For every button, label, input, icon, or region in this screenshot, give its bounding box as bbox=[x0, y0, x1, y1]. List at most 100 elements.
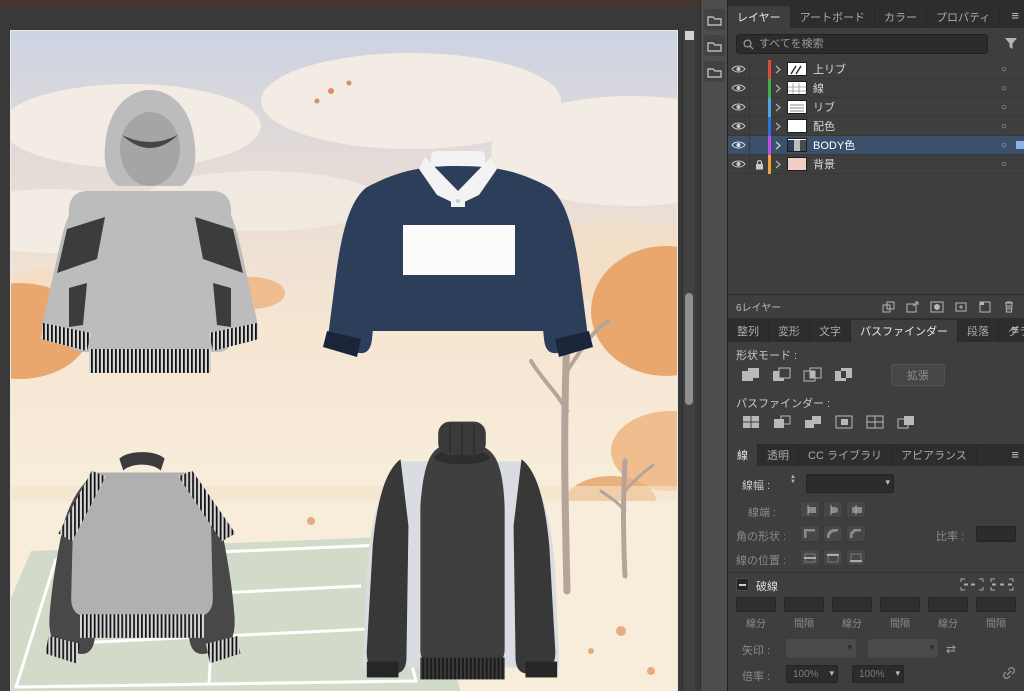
locate-object-button[interactable] bbox=[904, 299, 921, 314]
divide-button[interactable] bbox=[738, 412, 764, 432]
artboard-scene[interactable] bbox=[11, 31, 678, 691]
butt-cap-button[interactable] bbox=[800, 501, 820, 518]
lock-column[interactable] bbox=[750, 117, 768, 136]
minus-back-button[interactable] bbox=[893, 412, 919, 432]
visibility-toggle[interactable] bbox=[728, 59, 750, 79]
expand-chevron-icon[interactable] bbox=[771, 84, 785, 93]
visibility-toggle[interactable] bbox=[728, 116, 750, 136]
outline-button[interactable] bbox=[862, 412, 888, 432]
tab-stroke[interactable]: 線 bbox=[728, 444, 758, 466]
tab-transform[interactable]: 変形 bbox=[769, 320, 810, 342]
minus-front-button[interactable] bbox=[769, 364, 795, 384]
layer-row[interactable]: 背景 ○ bbox=[728, 154, 1024, 174]
tab-character[interactable]: 文字 bbox=[810, 320, 851, 342]
collapsed-panel-button-3[interactable] bbox=[704, 61, 725, 82]
tab-paragraph[interactable]: 段落 bbox=[958, 320, 999, 342]
dash-field-2[interactable] bbox=[832, 597, 872, 612]
collect-for-export-button[interactable] bbox=[880, 299, 897, 314]
layer-thumbnail[interactable] bbox=[787, 62, 807, 76]
crop-button[interactable] bbox=[831, 412, 857, 432]
arrow-scale-end-field[interactable]: 100% ▾ bbox=[852, 665, 904, 683]
filter-funnel-icon[interactable] bbox=[1004, 37, 1018, 50]
tab-color[interactable]: カラー bbox=[875, 6, 928, 28]
stroke-weight-combobox[interactable]: ▾ bbox=[806, 474, 894, 493]
new-layer-button[interactable] bbox=[976, 299, 993, 314]
target-circle[interactable]: ○ bbox=[997, 159, 1011, 170]
tab-cc-libraries[interactable]: CC ライブラリ bbox=[799, 444, 892, 466]
search-input[interactable] bbox=[759, 38, 981, 50]
layer-row[interactable]: リブ ○ bbox=[728, 97, 1024, 117]
new-sublayer-button[interactable] bbox=[952, 299, 969, 314]
tab-align[interactable]: 整列 bbox=[728, 320, 769, 342]
lock-column[interactable] bbox=[750, 136, 768, 155]
stroke-weight-stepper[interactable]: ▲ ▼ bbox=[790, 474, 796, 485]
expand-chevron-icon[interactable] bbox=[771, 141, 785, 150]
tab-layers[interactable]: レイヤー bbox=[728, 6, 791, 28]
target-circle[interactable]: ○ bbox=[997, 64, 1011, 75]
layer-row[interactable]: 上リブ ○ bbox=[728, 59, 1024, 79]
expand-chevron-icon[interactable] bbox=[771, 160, 785, 169]
target-circle[interactable]: ○ bbox=[997, 83, 1011, 94]
tab-appearance[interactable]: アピアランス bbox=[892, 444, 977, 466]
lock-column[interactable] bbox=[750, 98, 768, 117]
collapsed-panel-button-2[interactable] bbox=[704, 35, 725, 56]
lock-column[interactable] bbox=[750, 60, 768, 79]
collapsed-panel-button-1[interactable] bbox=[704, 9, 725, 30]
layer-row[interactable]: 配色 ○ bbox=[728, 116, 1024, 136]
align-inside-button[interactable] bbox=[823, 549, 843, 566]
round-join-button[interactable] bbox=[823, 525, 843, 542]
link-scale-button[interactable] bbox=[1000, 665, 1017, 680]
expand-chevron-icon[interactable] bbox=[771, 122, 785, 131]
layers-panel-menu-icon[interactable]: ≡ bbox=[1011, 9, 1019, 22]
dashed-line-checkbox[interactable] bbox=[736, 578, 749, 591]
tab-properties[interactable]: プロパティ bbox=[927, 6, 1001, 28]
dash-field-3[interactable] bbox=[928, 597, 968, 612]
search-field[interactable] bbox=[736, 34, 988, 54]
trim-button[interactable] bbox=[769, 412, 795, 432]
make-clipping-mask-button[interactable] bbox=[928, 299, 945, 314]
layer-name[interactable]: リブ bbox=[813, 99, 997, 115]
visibility-toggle[interactable] bbox=[728, 154, 750, 174]
layer-thumbnail[interactable] bbox=[787, 81, 807, 95]
arrowhead-start-dropdown[interactable]: ▾ bbox=[786, 639, 856, 658]
swap-arrowheads-icon[interactable]: ⇄ bbox=[946, 642, 956, 656]
scrollbar-top-button[interactable] bbox=[685, 31, 694, 40]
layer-name[interactable]: 背景 bbox=[813, 156, 997, 172]
gap-field-1[interactable] bbox=[784, 597, 824, 612]
miter-join-button[interactable] bbox=[800, 525, 820, 542]
gap-field-2[interactable] bbox=[880, 597, 920, 612]
target-circle[interactable]: ○ bbox=[997, 102, 1011, 113]
exclude-button[interactable] bbox=[831, 364, 857, 384]
layer-thumbnail[interactable] bbox=[787, 157, 807, 171]
vertical-scrollbar[interactable] bbox=[682, 30, 695, 691]
layer-thumbnail[interactable] bbox=[787, 119, 807, 133]
layer-name[interactable]: 上リブ bbox=[813, 61, 997, 77]
bevel-join-button[interactable] bbox=[846, 525, 866, 542]
visibility-toggle[interactable] bbox=[728, 97, 750, 117]
lock-column[interactable] bbox=[750, 79, 768, 98]
dash-preserve-button[interactable] bbox=[959, 577, 985, 592]
arrowhead-end-dropdown[interactable]: ▾ bbox=[868, 639, 938, 658]
pathfinder-panel-menu-icon[interactable]: ≡ bbox=[1011, 323, 1019, 336]
target-circle[interactable]: ○ bbox=[997, 140, 1011, 151]
lock-toggle[interactable] bbox=[750, 155, 768, 174]
intersect-button[interactable] bbox=[800, 364, 826, 384]
delete-layer-button[interactable] bbox=[1000, 299, 1017, 314]
expand-chevron-icon[interactable] bbox=[771, 103, 785, 112]
target-circle[interactable]: ○ bbox=[997, 121, 1011, 132]
layer-name[interactable]: 線 bbox=[813, 80, 997, 96]
canvas-area[interactable] bbox=[0, 0, 700, 691]
layer-thumbnail[interactable] bbox=[787, 100, 807, 114]
layer-row-selected[interactable]: BODY色 ○ bbox=[728, 135, 1024, 155]
arrow-scale-start-field[interactable]: 100% ▾ bbox=[786, 665, 838, 683]
expand-button[interactable]: 拡張 bbox=[891, 364, 945, 386]
unite-button[interactable] bbox=[738, 364, 764, 384]
tab-pathfinder[interactable]: パスファインダー bbox=[851, 320, 958, 342]
visibility-toggle[interactable] bbox=[728, 78, 750, 98]
dash-align-button[interactable] bbox=[989, 577, 1015, 592]
align-center-button[interactable] bbox=[800, 549, 820, 566]
expand-chevron-icon[interactable] bbox=[771, 65, 785, 74]
dash-field-1[interactable] bbox=[736, 597, 776, 612]
scrollbar-thumb[interactable] bbox=[685, 293, 693, 405]
layer-name[interactable]: BODY色 bbox=[813, 137, 997, 153]
